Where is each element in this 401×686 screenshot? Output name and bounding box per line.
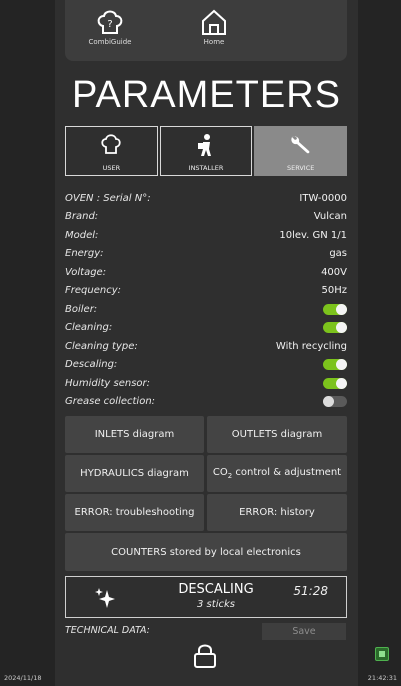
energy-value: gas	[329, 248, 347, 260]
top-navigation: ? CombiGuide Home	[65, 0, 347, 61]
page-title: PARAMETERS	[71, 74, 341, 116]
co2-control-button[interactable]: CO2 control & adjustment	[207, 455, 347, 492]
descaling-time: 51:28	[293, 584, 328, 598]
energy-label: Energy:	[65, 248, 104, 260]
combiguide-label: CombiGuide	[88, 38, 132, 46]
co2-suffix: control & adjustment	[232, 467, 342, 478]
descaling-label: Descaling:	[65, 359, 118, 371]
tab-installer[interactable]: INSTALLER	[159, 126, 253, 176]
hydraulics-diagram-label: HYDRAULICS diagram	[80, 468, 189, 479]
svg-text:?: ?	[107, 19, 112, 30]
parameter-tabs: USER INSTALLER SERVICE	[65, 126, 348, 176]
model-label: Model:	[65, 229, 99, 241]
tab-user[interactable]: USER	[65, 126, 158, 176]
error-troubleshooting-label: ERROR: troubleshooting	[74, 507, 195, 518]
oven-info-list: OVEN : Serial N°: ITW-0000 Brand: Vulcan…	[65, 189, 347, 411]
info-row-model: Model: 10lev. GN 1/1	[65, 226, 347, 245]
info-row-humidity-sensor: Humidity sensor:	[65, 374, 347, 393]
inlets-diagram-label: INLETS diagram	[94, 429, 175, 440]
counters-button[interactable]: COUNTERS stored by local electronics	[65, 533, 347, 571]
info-row-descaling: Descaling:	[65, 356, 347, 375]
boiler-label: Boiler:	[65, 303, 98, 315]
tab-user-label: USER	[102, 164, 121, 172]
home-button[interactable]: Home	[179, 8, 249, 46]
info-row-voltage: Voltage: 400V	[65, 263, 347, 282]
tab-service[interactable]: SERVICE	[254, 126, 348, 176]
frequency-value: 50Hz	[321, 285, 348, 297]
voltage-label: Voltage:	[65, 266, 107, 278]
inlets-diagram-button[interactable]: INLETS diagram	[65, 416, 204, 453]
info-row-brand: Brand: Vulcan	[65, 208, 347, 227]
descaling-toggle[interactable]	[323, 359, 347, 371]
outlets-diagram-label: OUTLETS diagram	[231, 429, 323, 440]
info-row-grease-collection: Grease collection:	[65, 393, 347, 412]
info-row-cleaning: Cleaning:	[65, 319, 347, 338]
cleaning-type-label: Cleaning type:	[65, 340, 138, 352]
outlets-diagram-button[interactable]: OUTLETS diagram	[207, 416, 347, 453]
boiler-toggle[interactable]	[323, 303, 347, 315]
error-history-label: ERROR: history	[239, 507, 315, 518]
chef-hat-icon	[101, 134, 121, 154]
humidity-sensor-label: Humidity sensor:	[65, 377, 151, 389]
descaling-subtitle: 3 sticks	[197, 599, 235, 610]
grease-collection-toggle[interactable]	[323, 396, 347, 408]
co2-prefix: CO	[212, 467, 228, 478]
grease-collection-label: Grease collection:	[65, 396, 156, 408]
info-row-serial: OVEN : Serial N°: ITW-0000	[65, 189, 347, 208]
home-icon	[202, 9, 226, 35]
info-row-boiler: Boiler:	[65, 300, 347, 319]
descaling-panel[interactable]: DESCALING 3 sticks 51:28	[65, 576, 347, 618]
hydraulics-diagram-button[interactable]: HYDRAULICS diagram	[65, 455, 204, 492]
model-value: 10lev. GN 1/1	[279, 229, 347, 241]
serial-value: ITW-0000	[299, 192, 347, 204]
combiguide-button[interactable]: ? CombiGuide	[75, 8, 145, 46]
info-row-energy: Energy: gas	[65, 245, 347, 264]
save-button[interactable]: Save	[262, 623, 346, 640]
brand-label: Brand:	[65, 211, 99, 223]
wrench-icon	[291, 136, 310, 154]
error-troubleshooting-button[interactable]: ERROR: troubleshooting	[65, 494, 204, 531]
humidity-sensor-toggle[interactable]	[323, 377, 347, 389]
network-status-icon	[375, 647, 389, 661]
footer-time: 21:42:31	[367, 674, 397, 682]
chef-hat-question-icon: ?	[97, 10, 123, 34]
lock-icon[interactable]	[193, 643, 217, 669]
cleaning-toggle[interactable]	[323, 322, 347, 334]
tab-installer-label: INSTALLER	[188, 164, 224, 172]
sparkle-icon	[95, 588, 115, 608]
footer-date: 2024/11/18	[4, 674, 42, 682]
home-label: Home	[203, 38, 225, 46]
descaling-title: DESCALING	[178, 582, 254, 597]
cleaning-label: Cleaning:	[65, 322, 113, 334]
counters-label: COUNTERS stored by local electronics	[111, 546, 301, 558]
technical-data-label: TECHNICAL DATA:	[65, 625, 150, 636]
installer-icon	[198, 134, 211, 156]
left-margin	[0, 0, 55, 686]
frequency-label: Frequency:	[65, 285, 121, 297]
cleaning-type-value: With recycling	[275, 340, 347, 352]
serial-label: OVEN : Serial N°:	[65, 192, 151, 204]
info-row-frequency: Frequency: 50Hz	[65, 282, 347, 301]
info-row-cleaning-type: Cleaning type: With recycling	[65, 337, 347, 356]
error-history-button[interactable]: ERROR: history	[207, 494, 347, 531]
voltage-value: 400V	[321, 266, 347, 278]
brand-value: Vulcan	[313, 211, 347, 223]
co2-control-label: CO2 control & adjustment	[213, 467, 341, 480]
tab-service-label: SERVICE	[286, 164, 315, 172]
